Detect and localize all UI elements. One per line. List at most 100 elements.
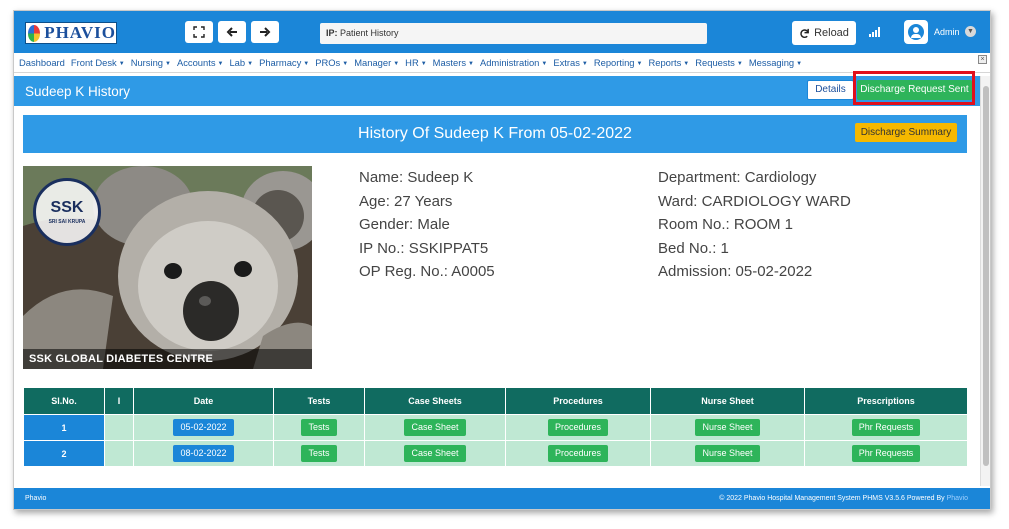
col-procedures: Procedures	[505, 387, 651, 415]
row-case-cell: Case Sheet	[364, 414, 506, 441]
footer-powered-by-link[interactable]: Phavio	[947, 495, 968, 502]
menu-item-manager[interactable]: Manager ▼	[354, 57, 399, 68]
menu-item-requests[interactable]: Requests ▼	[695, 57, 743, 68]
menu-item-label: Administration	[479, 57, 540, 68]
menu-item-label: Accounts	[176, 57, 216, 68]
top-bar: PHAVIO IP: Patient History Reload Admin …	[14, 11, 990, 53]
caret-down-icon: ▼	[541, 61, 548, 67]
photo-caption: SSK GLOBAL DIABETES CENTRE	[23, 349, 312, 369]
row-info-cell	[104, 414, 134, 441]
caret-down-icon: ▼	[683, 61, 690, 67]
menu-item-label: HR	[405, 57, 419, 68]
row-slno: 2	[23, 440, 105, 467]
case-sheet-button[interactable]: Case Sheet	[404, 419, 466, 436]
row-date-cell: 08-02-2022	[133, 440, 274, 467]
nurse-sheet-button[interactable]: Nurse Sheet	[695, 419, 760, 436]
caret-down-icon: ▼	[303, 61, 310, 67]
history-title: History Of Sudeep K From 05-02-2022	[358, 125, 632, 142]
back-button[interactable]	[218, 21, 246, 43]
menu-item-dashboard[interactable]: Dashboard	[19, 57, 65, 68]
menu-item-label: Reports	[648, 57, 682, 68]
patient-field: Age: 27 Years	[359, 192, 453, 210]
row-proc-cell: Procedures	[505, 414, 651, 441]
chevron-down-icon[interactable]: ▼	[965, 26, 976, 37]
brand-logo[interactable]: PHAVIO	[25, 22, 117, 44]
scrollbar-thumb[interactable]	[983, 86, 989, 466]
details-button[interactable]: Details	[807, 80, 854, 100]
patient-info-right: Department: Cardiology Ward: CARDIOLOGY W…	[658, 166, 851, 284]
procedures-button[interactable]: Procedures	[547, 419, 609, 436]
table-row: 2 08-02-2022 Tests Case Sheet Procedures…	[23, 440, 968, 467]
menu-item-label: Nursing	[130, 57, 163, 68]
phr-requests-button[interactable]: Phr Requests	[851, 419, 921, 436]
tests-button[interactable]: Tests	[301, 419, 337, 436]
caret-down-icon: ▼	[420, 61, 427, 67]
menu-item-extras[interactable]: Extras ▼	[553, 57, 588, 68]
menu-item-front-desk[interactable]: Front Desk ▼	[71, 57, 125, 68]
footer: Phavio © 2022 Phavio Hospital Management…	[14, 488, 990, 509]
menu-item-label: Dashboard	[19, 57, 65, 68]
page-header: Sudeep K History Details Discharge Reque…	[14, 76, 980, 106]
row-proc-cell: Procedures	[505, 440, 651, 467]
patient-info-left: Name: Sudeep K Age: 27 Years Gender: Male I…	[359, 166, 495, 284]
procedures-button[interactable]: Procedures	[547, 445, 609, 462]
menu-item-accounts[interactable]: Accounts ▼	[177, 57, 224, 68]
table-header-row: Sl.No. I Date Tests Case Sheets Procedur…	[23, 387, 968, 415]
col-nurse-sheet: Nurse Sheet	[650, 387, 805, 415]
row-presc-cell: Phr Requests	[804, 440, 968, 467]
forward-button[interactable]	[251, 21, 279, 43]
menu-item-nursing[interactable]: Nursing ▼	[131, 57, 171, 68]
nurse-sheet-button[interactable]: Nurse Sheet	[695, 445, 760, 462]
menu-item-reporting[interactable]: Reporting ▼	[594, 57, 643, 68]
logo-icon	[28, 24, 41, 42]
user-avatar[interactable]	[904, 20, 928, 44]
row-tests-cell: Tests	[273, 440, 365, 467]
fullscreen-button[interactable]	[185, 21, 213, 43]
col-slno: Sl.No.	[23, 387, 105, 415]
col-date: Date	[133, 387, 274, 415]
patient-field: Bed No.: 1	[658, 239, 729, 257]
menu-item-pharmacy[interactable]: Pharmacy ▼	[259, 57, 309, 68]
patient-field: Ward: CARDIOLOGY WARD	[658, 192, 851, 210]
ip-value: Patient History	[340, 28, 399, 38]
case-sheet-button[interactable]: Case Sheet	[404, 445, 466, 462]
caret-down-icon: ▼	[247, 61, 254, 67]
ip-search-field[interactable]: IP: Patient History	[320, 23, 707, 44]
row-nurse-cell: Nurse Sheet	[650, 440, 805, 467]
menu-item-label: Pharmacy	[259, 57, 302, 68]
row-presc-cell: Phr Requests	[804, 414, 968, 441]
caret-down-icon: ▼	[118, 61, 125, 67]
menu-item-hr[interactable]: HR ▼	[405, 57, 427, 68]
page-title: Sudeep K History	[25, 84, 131, 99]
discharge-summary-button[interactable]: Discharge Summary	[855, 123, 957, 142]
caret-down-icon: ▼	[468, 61, 474, 67]
user-icon	[908, 24, 924, 40]
menu-item-messaging[interactable]: Messaging ▼	[749, 57, 802, 68]
row-case-cell: Case Sheet	[364, 440, 506, 467]
menu-item-label: Lab	[229, 57, 246, 68]
phr-requests-button[interactable]: Phr Requests	[851, 445, 921, 462]
collapse-icon[interactable]: ×	[978, 55, 987, 64]
footer-copyright-text: © 2022 Phavio Hospital Management System…	[719, 495, 945, 502]
menu-item-reports[interactable]: Reports ▼	[648, 57, 689, 68]
patient-field: Name: Sudeep K	[359, 169, 474, 186]
ssk-seal-logo: SSK SRI SAI KRUPA	[33, 178, 101, 246]
menu-item-lab[interactable]: Lab ▼	[229, 57, 253, 68]
menu-item-pros[interactable]: PROs ▼	[315, 57, 348, 68]
date-button[interactable]: 08-02-2022	[173, 445, 234, 462]
vertical-scrollbar[interactable]	[980, 76, 990, 486]
reload-label: Reload	[814, 27, 849, 39]
reload-button[interactable]: Reload	[792, 21, 856, 45]
date-button[interactable]: 05-02-2022	[173, 419, 234, 436]
tests-button[interactable]: Tests	[301, 445, 337, 462]
ip-label: IP:	[326, 28, 338, 38]
menu-item-label: Manager	[354, 57, 392, 68]
menu-item-label: Masters	[432, 57, 467, 68]
arrow-right-icon	[260, 27, 271, 37]
menu-item-label: PROs	[315, 57, 341, 68]
menu-item-masters[interactable]: Masters ▼	[433, 57, 474, 68]
col-info[interactable]: I	[104, 387, 134, 415]
menu-item-administration[interactable]: Administration ▼	[480, 57, 547, 68]
patient-photo: SSK SRI SAI KRUPA SSK GLOBAL DIABETES CE…	[23, 166, 312, 369]
user-name[interactable]: Admin	[934, 27, 960, 37]
